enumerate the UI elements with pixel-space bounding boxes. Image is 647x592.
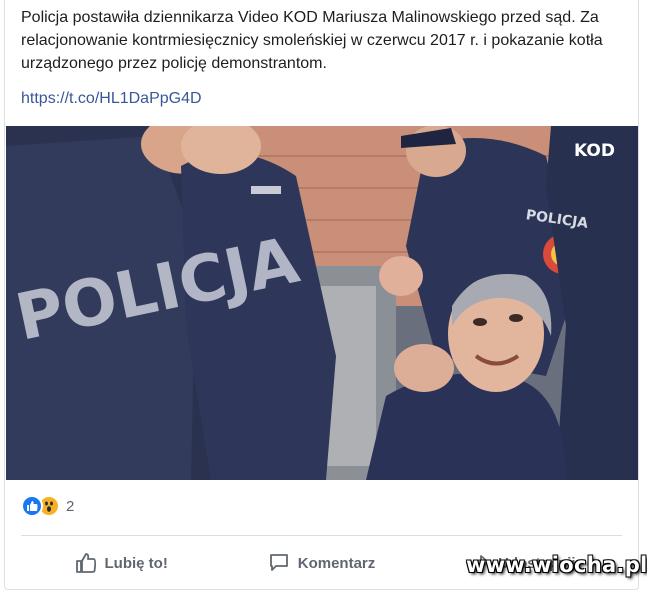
post-photo[interactable]: POLICJA POLICJA KOD — [6, 126, 638, 480]
reaction-count: 2 — [66, 497, 75, 515]
like-button[interactable]: Lubię to! — [21, 552, 221, 574]
thumbs-up-icon — [75, 553, 96, 573]
like-label: Lubię to! — [104, 554, 168, 572]
post-link[interactable]: https://t.co/HL1DaPpG4D — [21, 89, 202, 109]
comment-label: Komentarz — [297, 554, 376, 572]
kod-text: KOD — [574, 141, 615, 161]
actions-divider — [21, 535, 622, 536]
facebook-post: Policja postawiła dziennikarza Video KOD… — [4, 0, 639, 590]
site-watermark: www.wiocha.pl — [466, 553, 647, 577]
comment-icon — [269, 554, 288, 571]
comment-button[interactable]: Komentarz — [221, 552, 421, 574]
post-text: Policja postawiła dziennikarza Video KOD… — [21, 9, 603, 72]
like-reaction-icon — [21, 495, 43, 517]
reactions-summary[interactable]: 2 — [21, 494, 74, 518]
